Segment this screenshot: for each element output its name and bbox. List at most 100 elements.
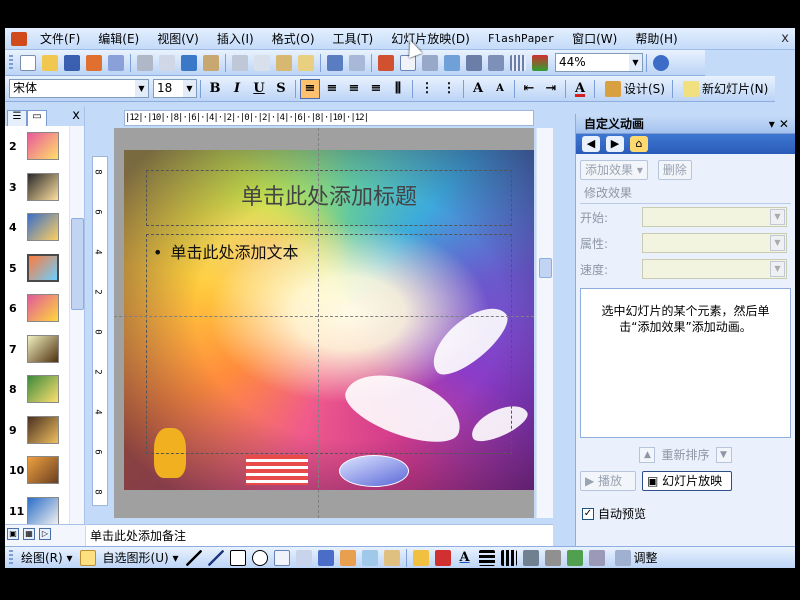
bullets-button[interactable]: ⋮ <box>439 79 459 99</box>
menu-window[interactable]: 窗口(W) <box>563 28 626 50</box>
arrow-icon[interactable] <box>207 549 224 566</box>
zoom-combo[interactable]: 44% ▼ <box>555 53 643 72</box>
animation-list[interactable]: 选中幻灯片的某个元素，然后单击“添加效果”添加动画。 <box>580 288 791 438</box>
slide[interactable]: 单击此处添加标题 • 单击此处添加文本 <box>124 150 534 490</box>
autopreview-option[interactable]: ✓ 自动预览 <box>576 495 795 532</box>
spelling-icon[interactable] <box>181 54 197 71</box>
task-pane-controls[interactable]: ▾ ✕ <box>769 114 789 134</box>
shadow-button[interactable]: S <box>271 79 291 99</box>
menu-insert[interactable]: 插入(I) <box>208 28 263 50</box>
adjust-button[interactable]: 调整 <box>608 549 662 566</box>
slide-thumbnail[interactable]: 4 <box>9 211 69 245</box>
property-select[interactable]: ▼ <box>642 233 787 253</box>
line-style-icon[interactable] <box>478 549 495 566</box>
chevron-down-icon[interactable]: ▼ <box>135 80 148 97</box>
oval-icon[interactable] <box>251 549 268 566</box>
chevron-down-icon[interactable]: ▼ <box>629 54 642 71</box>
start-select[interactable]: ▼ <box>642 207 787 227</box>
design-button[interactable]: 设计(S) <box>598 80 669 97</box>
show-formatting-icon[interactable] <box>488 54 504 71</box>
align-center-button[interactable]: ≡ <box>322 79 342 99</box>
print-preview-icon[interactable] <box>159 54 175 71</box>
font-color-button[interactable]: A <box>570 79 590 99</box>
justify-button[interactable]: ≡ <box>366 79 386 99</box>
line-icon[interactable] <box>185 549 202 566</box>
chevron-down-icon[interactable]: ▼ <box>183 80 196 97</box>
research-icon[interactable] <box>203 54 219 71</box>
increase-indent-button[interactable]: ⇥ <box>541 79 561 99</box>
paste-icon[interactable] <box>276 54 292 71</box>
grid-icon[interactable] <box>510 54 526 71</box>
new-slide-button[interactable]: 新幻灯片(N) <box>676 80 772 97</box>
columns-button[interactable]: ⫼ <box>388 79 408 99</box>
vertical-guide[interactable] <box>318 128 319 518</box>
close-icon[interactable]: x <box>72 108 80 123</box>
notes-pane[interactable]: 单击此处添加备注 <box>86 524 553 546</box>
picture-icon[interactable] <box>383 549 400 566</box>
insert-chart-icon[interactable] <box>378 54 394 71</box>
cut-icon[interactable] <box>232 54 248 71</box>
undo-icon[interactable] <box>327 54 343 71</box>
normal-view-icon[interactable]: ▣ <box>7 528 19 540</box>
underline-button[interactable]: U <box>249 79 269 99</box>
menu-format[interactable]: 格式(O) <box>263 28 324 50</box>
font-size-combo[interactable]: 18 ▼ <box>153 79 197 98</box>
redo-icon[interactable] <box>349 54 365 71</box>
clipart-icon[interactable] <box>361 549 378 566</box>
help-icon[interactable] <box>653 54 669 71</box>
arrow-style-icon[interactable] <box>522 549 539 566</box>
slideshow-view-icon[interactable]: ▷ <box>39 528 51 540</box>
forward-icon[interactable]: ▶ <box>606 136 624 152</box>
align-right-button[interactable]: ≡ <box>344 79 364 99</box>
menu-file[interactable]: 文件(F) <box>31 28 89 50</box>
home-icon[interactable]: ⌂ <box>630 136 648 152</box>
slide-thumbnail[interactable]: 9 <box>9 414 69 448</box>
wordart-icon[interactable] <box>317 549 334 566</box>
chevron-down-icon[interactable]: ▼ <box>770 261 785 277</box>
align-left-button[interactable]: ≡ <box>300 78 320 99</box>
chevron-down-icon[interactable]: ▼ <box>770 235 785 251</box>
new-icon[interactable] <box>20 54 36 71</box>
menu-slideshow[interactable]: 幻灯片放映(D) <box>382 28 479 50</box>
slide-thumbnail[interactable]: 2 <box>9 130 69 164</box>
editor-scrollbar[interactable] <box>536 128 553 518</box>
image-adjust-icon[interactable] <box>588 549 605 566</box>
textbox-icon[interactable] <box>273 549 290 566</box>
dash-style-icon[interactable] <box>500 549 517 566</box>
slide-thumbnail[interactable]: 11 <box>9 495 69 524</box>
autopreview-checkbox[interactable]: ✓ <box>582 507 594 520</box>
move-up-icon[interactable]: ▲ <box>639 446 656 463</box>
permission-icon[interactable] <box>86 54 102 71</box>
back-icon[interactable]: ◀ <box>582 136 600 152</box>
sorter-view-icon[interactable]: ▦ <box>23 528 35 540</box>
menu-view[interactable]: 视图(V) <box>148 28 208 50</box>
expand-icon[interactable] <box>466 54 482 71</box>
email-icon[interactable] <box>108 54 124 71</box>
chevron-down-icon[interactable]: ▼ <box>770 209 785 225</box>
remove-effect-button[interactable]: 删除 <box>657 160 692 180</box>
menu-flashpaper[interactable]: FlashPaper <box>479 28 563 50</box>
horizontal-guide[interactable] <box>114 316 534 317</box>
draw-menu-button[interactable]: 绘图(R) ▾ <box>17 549 77 566</box>
thumbnail-scrollbar[interactable] <box>69 126 84 524</box>
slide-thumbnail[interactable]: 10 <box>9 454 69 488</box>
shadow-style-icon[interactable] <box>544 549 561 566</box>
menu-tools[interactable]: 工具(T) <box>324 28 383 50</box>
menu-help[interactable]: 帮助(H) <box>626 28 686 50</box>
select-objects-icon[interactable] <box>79 549 96 566</box>
copy-icon[interactable] <box>254 54 270 71</box>
increase-font-button[interactable]: A <box>468 79 488 99</box>
autoshapes-menu-button[interactable]: 自选图形(U) ▾ <box>99 549 183 566</box>
slide-thumbnail[interactable]: 3 <box>9 171 69 205</box>
print-icon[interactable] <box>137 54 153 71</box>
open-icon[interactable] <box>42 54 58 71</box>
tab-outline[interactable]: ☰ <box>7 110 27 126</box>
rectangle-icon[interactable] <box>229 549 246 566</box>
line-color-icon[interactable] <box>434 549 451 566</box>
scroll-thumb[interactable] <box>71 218 84 310</box>
toolbar-grip[interactable] <box>9 54 13 71</box>
move-down-icon[interactable]: ▼ <box>715 446 732 463</box>
menu-edit[interactable]: 编辑(E) <box>89 28 148 50</box>
save-icon[interactable] <box>64 54 80 71</box>
body-placeholder[interactable]: • 单击此处添加文本 <box>146 234 512 454</box>
